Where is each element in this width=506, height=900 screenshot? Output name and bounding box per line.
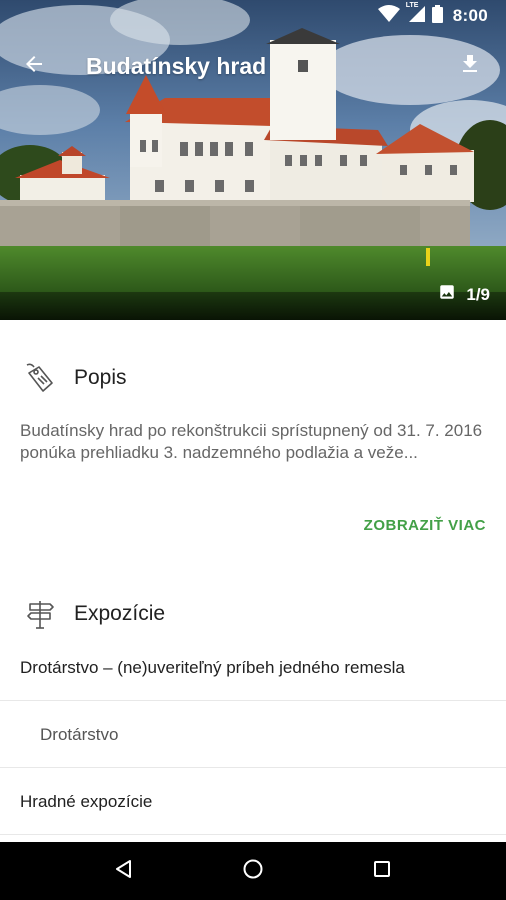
download-button[interactable] — [454, 50, 486, 82]
triangle-back-icon — [114, 859, 134, 884]
exposition-subitem[interactable]: Drotárstvo — [0, 702, 506, 768]
expositions-heading: Expozície — [74, 602, 166, 625]
image-icon — [438, 283, 456, 306]
battery-icon — [431, 4, 443, 28]
signal-icon: LTE — [405, 1, 426, 28]
exposition-item-label: Hradné expozície — [20, 791, 153, 811]
show-more-button[interactable]: ZOBRAZIŤ VIAC — [364, 517, 486, 534]
detail-content[interactable]: Popis Budatínsky hrad po rekonštrukcii s… — [0, 320, 506, 842]
wifi-icon — [377, 4, 400, 28]
gallery-counter[interactable]: 1/9 — [438, 283, 490, 306]
page-title: Budatínsky hrad — [86, 52, 267, 79]
download-icon — [458, 52, 482, 81]
nav-home-button[interactable] — [233, 851, 273, 891]
hero-image[interactable]: LTE 8:00 Budatínsky hrad 1/9 — [0, 0, 506, 320]
description-header: Popis — [0, 350, 506, 406]
nav-back-button[interactable] — [104, 851, 144, 891]
circle-home-icon — [242, 858, 264, 885]
description-heading: Popis — [74, 366, 127, 389]
clock: 8:00 — [452, 6, 488, 25]
back-button[interactable] — [0, 40, 70, 92]
exposition-subitem-label: Drotárstvo — [40, 724, 119, 744]
gallery-counter-label: 1/9 — [466, 284, 490, 304]
expositions-header: Expozície — [0, 586, 506, 642]
arrow-left-icon — [22, 52, 46, 81]
status-bar: LTE 8:00 — [0, 0, 506, 32]
exposition-item-label: Drotárstvo – (ne)uveriteľný príbeh jedné… — [20, 657, 405, 677]
toolbar: Budatínsky hrad — [0, 40, 506, 92]
exposition-item[interactable]: Hradné expozície — [0, 769, 506, 835]
square-recents-icon — [373, 860, 391, 883]
nav-recents-button[interactable] — [362, 851, 402, 891]
system-navigation-bar — [0, 842, 506, 900]
signpost-icon — [20, 594, 60, 634]
network-type-label: LTE — [405, 1, 419, 9]
tag-icon — [20, 358, 60, 398]
exposition-item[interactable]: Drotárstvo – (ne)uveriteľný príbeh jedné… — [0, 635, 506, 701]
description-text: Budatínsky hrad po rekonštrukcii sprístu… — [20, 421, 483, 462]
